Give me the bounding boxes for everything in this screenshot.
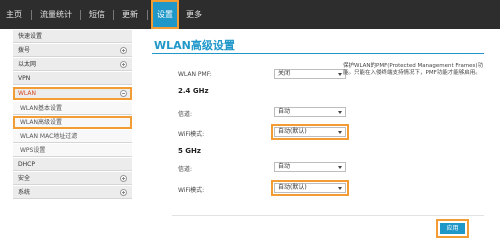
- nav-separator: [80, 10, 81, 20]
- nav-separator: [113, 10, 114, 20]
- sidebar-item-label: 拨号: [18, 47, 31, 54]
- sidebar-item-dialup[interactable]: 拨号: [13, 44, 132, 57]
- sidebar-item-label: 以太网: [18, 61, 37, 68]
- collapse-icon[interactable]: [120, 90, 127, 97]
- sidebar-item-ethernet[interactable]: 以太网: [13, 58, 132, 71]
- sidebar-item-wlan-basic[interactable]: WLAN基本设置: [13, 102, 132, 115]
- title-divider: [152, 53, 484, 54]
- nav-separator: [31, 10, 32, 20]
- sidebar-item-wps[interactable]: WPS设置: [13, 144, 132, 157]
- channel-24-label: 信道:: [178, 111, 193, 118]
- chevron-down-icon: [338, 131, 342, 134]
- pmf-description: 保护WLAN的PMF(Protected Management Frames)功…: [343, 63, 484, 76]
- footer-divider: [172, 215, 484, 216]
- expand-icon[interactable]: [120, 175, 127, 182]
- channel-24-select-value: 自动: [278, 108, 291, 115]
- sidebar-item-quick-setup[interactable]: 快速设置: [13, 30, 132, 43]
- sidebar-item-label: WLAN基本设置: [20, 105, 63, 112]
- band-5ghz-header: 5 GHz: [178, 147, 201, 155]
- sidebar-item-label: VPN: [18, 75, 31, 82]
- pmf-select-value: 关闭: [278, 70, 291, 77]
- sidebar-item-security[interactable]: 安全: [13, 172, 132, 185]
- apply-button[interactable]: 应用: [436, 219, 469, 238]
- wifi-mode-24-select-value: 自动(默认): [278, 128, 307, 135]
- sidebar-item-dhcp[interactable]: DHCP: [13, 158, 132, 171]
- pmf-select[interactable]: 关闭: [274, 69, 346, 79]
- band-24ghz-header: 2.4 GHz: [178, 87, 209, 95]
- wifi-mode-24-select[interactable]: 自动(默认): [271, 124, 349, 140]
- sidebar-item-label: DHCP: [18, 161, 35, 168]
- channel-5-select-value: 自动: [278, 163, 291, 170]
- nav-separator: [147, 10, 148, 20]
- chevron-down-icon: [338, 73, 342, 76]
- pmf-label: WLAN PMF:: [178, 71, 212, 78]
- sidebar-item-label: 快速设置: [18, 33, 43, 40]
- nav-more[interactable]: 更多: [186, 0, 202, 29]
- chevron-down-icon: [338, 166, 342, 169]
- sidebar-item-label: WLAN高级设置: [20, 119, 63, 126]
- wifi-mode-5-label: WiFi模式:: [178, 187, 205, 194]
- expand-icon[interactable]: [120, 61, 127, 68]
- chevron-down-icon: [338, 187, 342, 190]
- sidebar-item-wlan-advanced[interactable]: WLAN高级设置: [13, 116, 132, 129]
- wifi-mode-24-label: WiFi模式:: [178, 131, 205, 138]
- top-navigation-bar: 主页 流量统计 短信 更新 设置 更多: [0, 0, 500, 29]
- nav-home[interactable]: 主页: [6, 0, 22, 29]
- sidebar-item-label: WLAN MAC地址过滤: [20, 133, 78, 140]
- channel-5-select[interactable]: 自动: [274, 162, 346, 172]
- settings-sidebar: 快速设置 拨号 以太网 VPN WLAN WLAN基本设置 WLAN高级设置 W…: [13, 30, 132, 206]
- nav-traffic-stats[interactable]: 流量统计: [40, 0, 72, 29]
- channel-5-label: 信道:: [178, 166, 193, 173]
- expand-icon[interactable]: [120, 189, 127, 196]
- sidebar-item-label: WLAN: [18, 90, 37, 97]
- sidebar-item-wlan-mac-filter[interactable]: WLAN MAC地址过滤: [13, 130, 132, 143]
- nav-update[interactable]: 更新: [122, 0, 138, 29]
- chevron-down-icon: [338, 111, 342, 114]
- nav-sms[interactable]: 短信: [89, 0, 105, 29]
- main-content: WLAN高级设置 WLAN PMF: 关闭 保护WLAN的PMF(Protect…: [148, 30, 488, 240]
- nav-settings[interactable]: 设置: [151, 0, 179, 29]
- sidebar-item-label: 系统: [18, 189, 31, 196]
- expand-icon[interactable]: [120, 47, 127, 54]
- wifi-mode-5-select-value: 自动(默认): [278, 184, 307, 191]
- sidebar-item-wlan[interactable]: WLAN: [13, 87, 132, 100]
- page-title: WLAN高级设置: [154, 39, 235, 52]
- wifi-mode-5-select[interactable]: 自动(默认): [271, 180, 349, 196]
- sidebar-item-label: WPS设置: [20, 147, 46, 154]
- sidebar-item-vpn[interactable]: VPN: [13, 72, 132, 85]
- sidebar-item-system[interactable]: 系统: [13, 186, 132, 199]
- sidebar-item-label: 安全: [18, 175, 31, 182]
- channel-24-select[interactable]: 自动: [274, 107, 346, 117]
